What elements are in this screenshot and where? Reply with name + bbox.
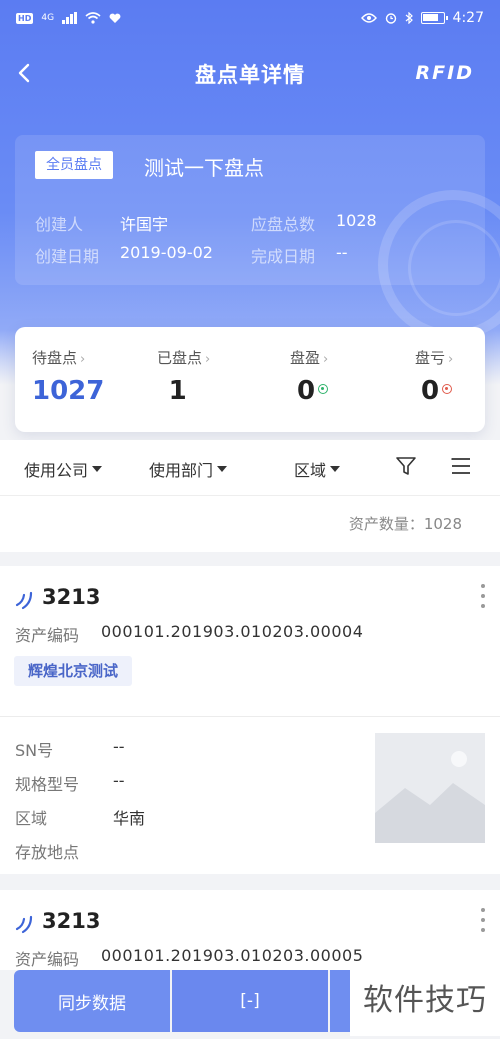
more-options-icon[interactable] <box>480 584 486 608</box>
asset-code-value: 000101.201903.010203.00005 <box>101 946 364 965</box>
filter-department[interactable]: 使用部门 <box>149 457 228 481</box>
asset-number: 3213 <box>42 909 101 933</box>
total-value: 1028 <box>336 211 377 230</box>
stat-pending[interactable]: 待盘点 › 1027 <box>32 347 104 406</box>
caret-down-icon <box>330 466 341 472</box>
filter-area-label: 区域 <box>294 461 327 480</box>
asset-count: 资产数量：1028 <box>0 496 500 552</box>
stat-surplus[interactable]: 盘盈 › 0 <box>290 347 328 406</box>
asset-code-value: 000101.201903.010203.00004 <box>101 622 364 641</box>
stat-surplus-value: 0 <box>297 376 316 406</box>
asset-tag: 辉煌北京测试 <box>14 656 133 686</box>
model-label: 规格型号 <box>15 775 80 794</box>
clock-time: 4:27 <box>452 10 484 26</box>
signal-icon <box>62 12 78 24</box>
stat-pending-label: 待盘点 <box>32 349 78 367</box>
filter-funnel-icon[interactable] <box>394 454 418 478</box>
wifi-icon <box>85 12 101 24</box>
location-label: 存放地点 <box>15 843 80 862</box>
navbar: 盘点单详情 RFID <box>0 48 500 100</box>
chevron-right-icon: › <box>205 352 211 367</box>
chevron-right-icon: › <box>323 352 329 367</box>
extra-action-button[interactable] <box>330 970 350 1032</box>
network-type: 4G <box>41 13 55 23</box>
filter-bar: 使用公司 使用部门 区域 <box>0 440 500 496</box>
creator-value: 许国宇 <box>120 215 169 234</box>
stat-loss-value: 0 <box>421 376 440 406</box>
status-bar: HD 4G 4:27 <box>0 0 500 36</box>
rfid-signal-icon <box>15 591 33 610</box>
finish-date-label: 完成日期 <box>251 247 316 266</box>
inventory-type-badge: 全员盘点 <box>35 151 113 179</box>
filter-company[interactable]: 使用公司 <box>24 457 103 481</box>
finish-date-value: -- <box>336 243 348 262</box>
area-label: 区域 <box>15 809 48 828</box>
creator-label: 创建人 <box>35 215 84 234</box>
eye-icon <box>360 13 377 23</box>
stat-counted-label: 已盘点 <box>157 349 203 367</box>
rfid-signal-icon <box>15 915 33 934</box>
sn-value: -- <box>113 737 125 756</box>
stat-loss-label: 盘亏 <box>415 349 446 367</box>
stat-surplus-label: 盘盈 <box>290 349 321 367</box>
asset-image-placeholder[interactable] <box>375 733 485 843</box>
hd-indicator: HD <box>16 12 34 24</box>
asset-card[interactable]: 3213 资产编码 000101.201903.010203.00004 辉煌北… <box>0 566 500 874</box>
filter-department-label: 使用部门 <box>149 461 214 480</box>
battery-icon <box>420 12 448 24</box>
back-arrow-icon[interactable] <box>10 58 40 88</box>
model-value: -- <box>113 771 125 790</box>
asset-card[interactable]: 3213 资产编码 000101.201903.010203.00005 <box>0 890 500 970</box>
asset-number: 3213 <box>42 585 101 609</box>
gain-icon <box>318 384 329 394</box>
stats-card: 待盘点 › 1027 已盘点 › 1 盘盈 › 0 盘亏 › 0 <box>15 327 485 432</box>
list-menu-icon[interactable] <box>449 454 473 478</box>
area-value: 华南 <box>113 809 146 828</box>
alarm-icon <box>385 13 396 24</box>
stat-counted-value: 1 <box>168 376 187 406</box>
image-placeholder-icon <box>375 751 485 843</box>
rfid-button[interactable]: RFID <box>416 62 474 84</box>
sync-data-button[interactable]: 同步数据 <box>14 970 170 1032</box>
sn-label: SN号 <box>15 741 54 760</box>
chevron-right-icon: › <box>80 352 86 367</box>
more-options-icon[interactable] <box>480 908 486 932</box>
chevron-right-icon: › <box>448 352 454 367</box>
stat-counted[interactable]: 已盘点 › 1 <box>157 347 210 406</box>
created-date-value: 2019-09-02 <box>120 243 213 262</box>
bottom-action-bar: 同步数据 [-] <box>14 970 350 1032</box>
scan-label: [-] <box>240 991 260 1011</box>
caret-down-icon <box>217 466 228 472</box>
inventory-title: 测试一下盘点 <box>144 156 264 180</box>
caret-down-icon <box>92 466 103 472</box>
sync-data-label: 同步数据 <box>58 993 126 1014</box>
bluetooth-icon <box>405 12 413 24</box>
total-label: 应盘总数 <box>251 215 316 234</box>
stat-pending-value: 1027 <box>32 376 105 406</box>
page-title: 盘点单详情 <box>195 63 305 87</box>
watermark: 软件技巧 <box>350 966 500 1036</box>
asset-code-label: 资产编码 <box>15 950 80 969</box>
heart-icon <box>109 13 121 23</box>
filter-area[interactable]: 区域 <box>294 457 341 481</box>
loss-icon <box>442 384 453 394</box>
asset-code-label: 资产编码 <box>15 626 80 645</box>
created-date-label: 创建日期 <box>35 247 100 266</box>
scan-button[interactable]: [-] <box>172 970 328 1032</box>
stat-loss[interactable]: 盘亏 › 0 <box>415 347 453 406</box>
filter-company-label: 使用公司 <box>24 461 89 480</box>
